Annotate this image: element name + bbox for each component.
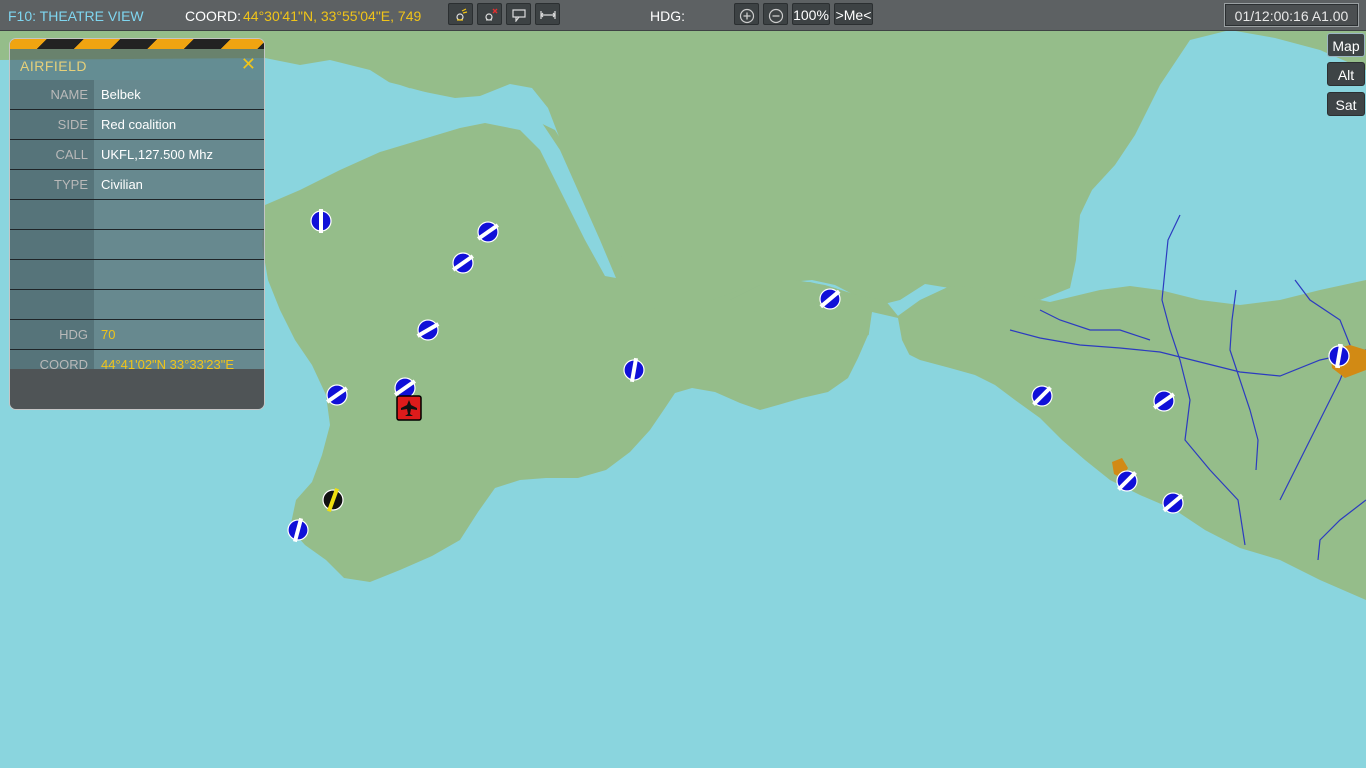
zoom-out-icon bbox=[768, 8, 783, 24]
ruler-icon bbox=[539, 11, 556, 19]
row-empty bbox=[10, 260, 264, 290]
airfield-6[interactable] bbox=[326, 384, 348, 406]
row-label: NAME bbox=[10, 80, 94, 109]
zoom-out-button[interactable] bbox=[763, 3, 788, 25]
row-call: CALL UKFL,127.500 Mhz bbox=[10, 140, 264, 170]
row-name: NAME Belbek bbox=[10, 80, 264, 110]
row-label: SIDE bbox=[10, 110, 94, 139]
row-label: TYPE bbox=[10, 170, 94, 199]
row-value bbox=[94, 290, 264, 319]
row-type: TYPE Civilian bbox=[10, 170, 264, 200]
airfield-10[interactable] bbox=[819, 288, 841, 310]
panel-rows: NAME Belbek SIDE Red coalition CALL UKFL,12… bbox=[10, 80, 264, 380]
row-label: HDG bbox=[10, 320, 94, 349]
airfield-11[interactable] bbox=[1031, 385, 1053, 407]
airfield-7[interactable] bbox=[394, 377, 416, 399]
row-label bbox=[10, 290, 94, 319]
panel-title: AIRFIELD bbox=[20, 58, 88, 74]
row-empty bbox=[10, 200, 264, 230]
airfield-14[interactable] bbox=[1162, 492, 1184, 514]
view-title: F10: THEATRE VIEW bbox=[8, 8, 144, 24]
row-label bbox=[10, 230, 94, 259]
comment-button[interactable] bbox=[506, 3, 531, 25]
row-empty bbox=[10, 230, 264, 260]
comment-icon bbox=[511, 9, 526, 22]
zoom-level[interactable]: 100% bbox=[792, 3, 830, 25]
mission-clock: 01/12:00:16 A1.00 bbox=[1224, 3, 1359, 27]
coord-value: 44°30'41"N, 33°55'04"E, 749 bbox=[243, 8, 422, 24]
row-value bbox=[94, 200, 264, 229]
hazard-stripes bbox=[10, 39, 264, 49]
airfield-13[interactable] bbox=[1116, 470, 1138, 492]
satellite-off-icon bbox=[484, 8, 497, 21]
satellite-icon bbox=[455, 8, 467, 21]
map-mode-button[interactable]: Map bbox=[1327, 33, 1365, 57]
satellite-off-button[interactable] bbox=[477, 3, 502, 25]
row-value: 70 bbox=[94, 320, 264, 349]
row-value: Red coalition bbox=[94, 110, 264, 139]
row-label bbox=[10, 200, 94, 229]
alt-mode-button[interactable]: Alt bbox=[1327, 62, 1365, 86]
row-value: Civilian bbox=[94, 170, 264, 199]
row-label: CALL bbox=[10, 140, 94, 169]
zoom-in-button[interactable] bbox=[734, 3, 759, 25]
airfield-info-panel: AIRFIELD ✕ NAME Belbek SIDE Red coalition … bbox=[9, 38, 265, 410]
airfield-12[interactable] bbox=[1153, 390, 1175, 412]
row-value bbox=[94, 260, 264, 289]
row-empty bbox=[10, 290, 264, 320]
row-side: SIDE Red coalition bbox=[10, 110, 264, 140]
row-hdg: HDG 70 bbox=[10, 320, 264, 350]
red-aircraft-unit[interactable] bbox=[396, 395, 422, 421]
zoom-in-icon bbox=[739, 8, 754, 24]
hdg-label: HDG: bbox=[650, 8, 685, 24]
sat-mode-button[interactable]: Sat bbox=[1327, 92, 1365, 116]
airfield-3[interactable] bbox=[452, 252, 474, 274]
me-button[interactable]: >Me< bbox=[834, 3, 873, 25]
row-value bbox=[94, 230, 264, 259]
panel-footer bbox=[10, 369, 264, 409]
coord-label: COORD: bbox=[185, 8, 241, 24]
top-bar: F10: THEATRE VIEW COORD: 44°30'41"N, 33°… bbox=[0, 0, 1366, 31]
row-value: Belbek bbox=[94, 80, 264, 109]
row-value: UKFL,127.500 Mhz bbox=[94, 140, 264, 169]
satellite-button[interactable] bbox=[448, 3, 473, 25]
close-icon[interactable]: ✕ bbox=[241, 55, 256, 73]
ruler-button[interactable] bbox=[535, 3, 560, 25]
row-label bbox=[10, 260, 94, 289]
airfield-2[interactable] bbox=[477, 221, 499, 243]
